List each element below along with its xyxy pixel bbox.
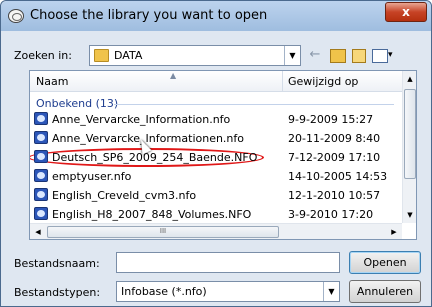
up-folder-icon[interactable]	[328, 46, 346, 64]
chevron-down-icon[interactable]: ▼	[284, 46, 300, 65]
lookin-dropdown[interactable]: DATA ▼	[89, 45, 301, 66]
filetype-value: Infobase (*.nfo)	[121, 285, 207, 298]
lookin-value: DATA	[114, 49, 143, 62]
filename-label: Bestandsnaam:	[14, 257, 100, 270]
horizontal-scrollbar[interactable]: ◀ III ▶	[30, 223, 402, 239]
file-row[interactable]: English_Creveld_cvm3.nfo 12-1-2010 10:57	[30, 186, 402, 205]
column-divider[interactable]	[282, 71, 283, 92]
file-date: 12-1-2010 10:57	[288, 189, 381, 202]
nfo-file-icon	[34, 150, 48, 163]
group-divider	[114, 104, 394, 105]
group-header[interactable]: Onbekend (13)	[36, 97, 118, 110]
vertical-scroll-thumb[interactable]	[404, 89, 416, 179]
file-name: emptyuser.nfo	[52, 170, 132, 183]
file-row[interactable]: Anne_Vervarcke_Informationen.nfo 20-11-2…	[30, 129, 402, 148]
filetype-dropdown[interactable]: Infobase (*.nfo) ▼	[116, 281, 340, 302]
file-date: 20-11-2009 8:40	[288, 132, 381, 145]
file-name: Deutsch_SP6_2009_254_Baende.NFO	[52, 151, 258, 164]
filetype-label: Bestandstypen:	[14, 286, 101, 299]
horizontal-scroll-thumb[interactable]: III	[47, 226, 279, 238]
file-date: 14-10-2005 14:53	[288, 170, 388, 183]
filename-field[interactable]	[116, 252, 340, 273]
title-bar[interactable]: Choose the library you want to open x	[1, 1, 431, 31]
dialog-title: Choose the library you want to open	[30, 8, 268, 23]
filename-input[interactable]	[117, 253, 339, 272]
file-name: Anne_Vervarcke_Information.nfo	[52, 113, 231, 126]
file-date: 3-9-2010 17:20	[288, 208, 374, 221]
file-date: 7-12-2009 17:10	[288, 151, 381, 164]
vertical-scrollbar[interactable]: ▲ ▼	[402, 71, 416, 223]
nfo-file-icon	[34, 131, 48, 144]
lookin-label: Zoeken in:	[14, 49, 72, 62]
column-header-date[interactable]: Gewijzigd op	[288, 75, 358, 88]
open-library-dialog: Choose the library you want to open x Zo…	[0, 0, 432, 307]
file-date: 9-9-2009 15:27	[288, 113, 374, 126]
file-row-highlighted[interactable]: Deutsch_SP6_2009_254_Baende.NFO 7-12-200…	[30, 148, 402, 167]
file-name: English_Creveld_cvm3.nfo	[52, 189, 197, 202]
back-arrow-icon[interactable]: ←	[306, 46, 324, 64]
nfo-file-icon	[34, 188, 48, 201]
file-row[interactable]: Anne_Vervarcke_Information.nfo 9-9-2009 …	[30, 110, 402, 129]
scroll-right-icon[interactable]: ▶	[386, 224, 402, 239]
folder-icon	[94, 49, 109, 62]
view-menu-icon[interactable]	[371, 46, 395, 64]
cancel-button[interactable]: Annuleren	[349, 280, 421, 303]
list-header: Naam ▲ Gewijzigd op	[30, 71, 402, 92]
close-button[interactable]: x	[385, 2, 427, 22]
scroll-down-icon[interactable]: ▼	[403, 207, 416, 223]
file-row[interactable]: English_H8_2007_848_Volumes.NFO 3-9-2010…	[30, 205, 402, 224]
scroll-up-icon[interactable]: ▲	[403, 71, 416, 87]
file-row[interactable]: emptyuser.nfo 14-10-2005 14:53	[30, 167, 402, 186]
file-name: English_H8_2007_848_Volumes.NFO	[52, 208, 252, 221]
chevron-down-icon[interactable]: ▼	[323, 282, 339, 301]
scroll-left-icon[interactable]: ◀	[30, 224, 46, 239]
nfo-file-icon	[34, 169, 48, 182]
column-header-name[interactable]: Naam	[36, 75, 68, 88]
nfo-file-icon	[34, 112, 48, 125]
open-button[interactable]: Openen	[349, 251, 421, 274]
new-folder-icon[interactable]	[349, 46, 367, 64]
sort-ascending-icon: ▲	[170, 71, 177, 80]
app-icon	[8, 9, 24, 23]
nfo-file-icon	[34, 207, 48, 220]
file-list[interactable]: Naam ▲ Gewijzigd op Onbekend (13) Anne_V…	[29, 70, 417, 240]
